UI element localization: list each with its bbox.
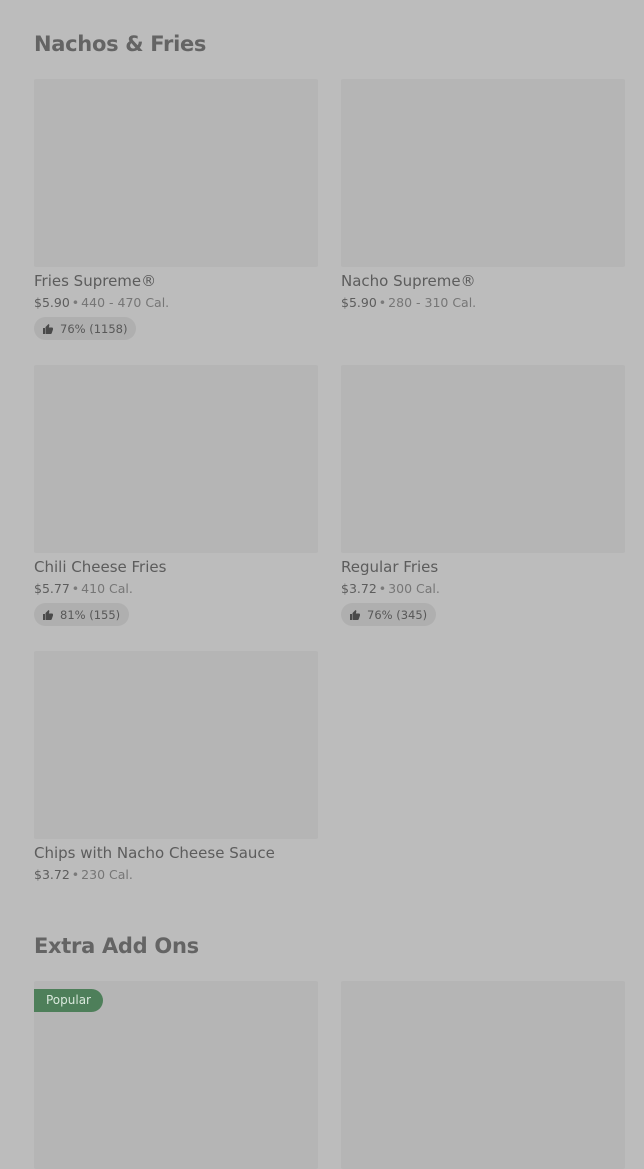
- thumbs-up-icon: [350, 609, 360, 620]
- separator-dot: •: [378, 295, 387, 310]
- item-image: [341, 365, 625, 553]
- rating-badge: 76% (345): [341, 603, 437, 626]
- separator-dot: •: [71, 295, 80, 310]
- item-calories: 440 - 470 Cal.: [81, 295, 170, 310]
- addon-item-card[interactable]: Popular: [34, 981, 318, 1169]
- item-image: [341, 981, 625, 1169]
- section-title-extra-add-ons: Extra Add Ons: [34, 934, 199, 958]
- rating-text: 76% (1158): [60, 321, 128, 336]
- item-calories: 280 - 310 Cal.: [388, 295, 477, 310]
- menu-item-card[interactable]: Regular Fries $3.72 • 300 Cal. 76% (345): [341, 365, 625, 626]
- item-price: $5.77: [34, 581, 70, 596]
- item-calories: 300 Cal.: [388, 581, 440, 596]
- item-price: $3.72: [34, 867, 70, 882]
- item-meta: $3.72 • 230 Cal.: [34, 866, 318, 883]
- item-name: Nacho Supreme®: [341, 272, 476, 290]
- addon-item-card[interactable]: [341, 981, 625, 1169]
- item-image: [34, 79, 318, 267]
- menu-item-card[interactable]: Fries Supreme® $5.90 • 440 - 470 Cal. 76% …: [34, 79, 318, 340]
- separator-dot: •: [71, 867, 80, 882]
- item-calories: 230 Cal.: [81, 867, 133, 882]
- menu-item-card[interactable]: Nacho Supreme® $5.90 • 280 - 310 Cal.: [341, 79, 625, 311]
- section-title-nachos-fries: Nachos & Fries: [34, 32, 207, 56]
- item-meta: $3.72 • 300 Cal.: [341, 580, 625, 597]
- item-name: Regular Fries: [341, 558, 439, 576]
- separator-dot: •: [71, 581, 80, 596]
- item-meta: $5.90 • 440 - 470 Cal.: [34, 294, 318, 311]
- menu-item-card[interactable]: Chips with Nacho Cheese Sauce $3.72 • 230 …: [34, 651, 318, 883]
- item-meta: $5.90 • 280 - 310 Cal.: [341, 294, 625, 311]
- menu-item-card[interactable]: Chili Cheese Fries $5.77 • 410 Cal. 81% (1…: [34, 365, 318, 626]
- item-image: [341, 79, 625, 267]
- item-price: $5.90: [341, 295, 377, 310]
- rating-badge: 81% (155): [34, 603, 130, 626]
- item-price: $5.90: [34, 295, 70, 310]
- rating-text: 76% (345): [367, 607, 428, 622]
- separator-dot: •: [378, 581, 387, 596]
- item-name: Chili Cheese Fries: [34, 558, 167, 576]
- item-name: Chips with Nacho Cheese Sauce: [34, 844, 275, 862]
- item-image: [34, 365, 318, 553]
- item-meta: $5.77 • 410 Cal.: [34, 580, 318, 597]
- popular-badge: Popular: [34, 989, 103, 1012]
- item-image: Popular: [34, 981, 318, 1169]
- item-name: Fries Supreme®: [34, 272, 157, 290]
- item-image: [34, 651, 318, 839]
- thumbs-up-icon: [43, 323, 53, 334]
- item-calories: 410 Cal.: [81, 581, 133, 596]
- item-price: $3.72: [341, 581, 377, 596]
- rating-badge: 76% (1158): [34, 317, 137, 340]
- rating-text: 81% (155): [60, 607, 121, 622]
- thumbs-up-icon: [43, 609, 53, 620]
